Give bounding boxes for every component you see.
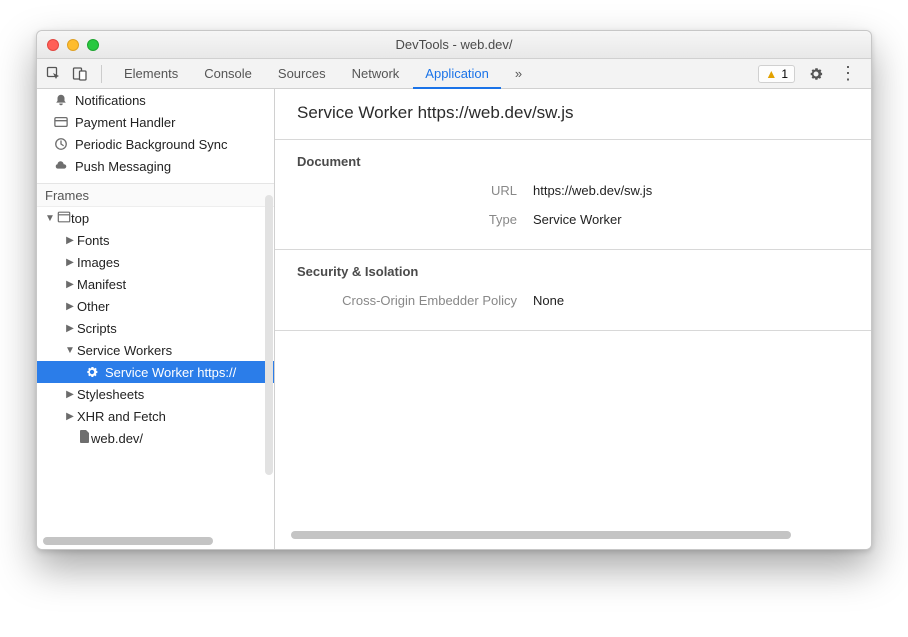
device-toolbar-icon[interactable]	[69, 63, 91, 85]
separator	[101, 65, 102, 83]
url-label: URL	[297, 183, 517, 198]
tree-manifest[interactable]: ▶Manifest	[37, 273, 274, 295]
credit-card-icon	[53, 115, 69, 129]
document-icon	[79, 430, 91, 447]
frames-section-label: Frames	[37, 183, 274, 207]
tree-item-label: Images	[77, 255, 120, 270]
sidebar-item-payment-handler[interactable]: Payment Handler	[37, 111, 274, 133]
document-section: Document URL https://web.dev/sw.js Type …	[275, 139, 871, 249]
application-sidebar: Notifications Payment Handler Periodic B…	[37, 89, 275, 549]
panel-body: Notifications Payment Handler Periodic B…	[37, 89, 871, 549]
warning-icon: ▲	[765, 67, 777, 81]
tree-item-label: Stylesheets	[77, 387, 144, 402]
tree-item-label: web.dev/	[91, 431, 143, 446]
tab-network[interactable]: Network	[340, 59, 412, 89]
frame-top[interactable]: ▼ top	[37, 207, 274, 229]
sidebar-scrollbar-horizontal[interactable]	[43, 537, 268, 547]
clock-icon	[53, 137, 69, 151]
caret-right-icon: ▶	[65, 411, 75, 422]
frame-top-label: top	[71, 211, 89, 226]
type-label: Type	[297, 212, 517, 227]
details-pane: Service Worker https://web.dev/sw.js Doc…	[275, 89, 871, 549]
sidebar-item-push-messaging[interactable]: Push Messaging	[37, 155, 274, 177]
zoom-window-button[interactable]	[87, 39, 99, 51]
window-title: DevTools - web.dev/	[37, 37, 871, 52]
bell-icon	[53, 93, 69, 107]
window-icon	[57, 210, 71, 227]
tree-item-label: Other	[77, 299, 110, 314]
tree-other[interactable]: ▶Other	[37, 295, 274, 317]
caret-right-icon: ▶	[65, 301, 75, 312]
tree-item-label: Service Worker https://	[105, 365, 236, 380]
caret-down-icon: ▼	[65, 345, 75, 356]
sidebar-item-label: Push Messaging	[75, 159, 171, 174]
type-value: Service Worker	[533, 212, 622, 227]
sidebar-scrollbar-vertical[interactable]	[265, 195, 273, 475]
row-type: Type Service Worker	[297, 212, 849, 227]
coep-label: Cross-Origin Embedder Policy	[297, 293, 517, 308]
window-controls	[47, 39, 99, 51]
coep-value: None	[533, 293, 564, 308]
tree-scripts[interactable]: ▶Scripts	[37, 317, 274, 339]
tree-item-label: Manifest	[77, 277, 126, 292]
tab-elements[interactable]: Elements	[112, 59, 190, 89]
caret-down-icon: ▼	[45, 213, 55, 224]
details-empty-area	[275, 330, 871, 549]
tree-item-label: Fonts	[77, 233, 110, 248]
close-window-button[interactable]	[47, 39, 59, 51]
tree-service-workers[interactable]: ▼Service Workers	[37, 339, 274, 361]
tree-stylesheets[interactable]: ▶Stylesheets	[37, 383, 274, 405]
details-title: Service Worker https://web.dev/sw.js	[275, 89, 871, 139]
tree-service-worker-item[interactable]: Service Worker https://	[37, 361, 274, 383]
security-section-heading: Security & Isolation	[297, 264, 849, 279]
gear-icon	[85, 365, 99, 379]
row-coep: Cross-Origin Embedder Policy None	[297, 293, 849, 308]
titlebar: DevTools - web.dev/	[37, 31, 871, 59]
warnings-count: 1	[781, 67, 788, 81]
toolbar-right: ▲ 1 ⋮	[758, 63, 859, 85]
more-menu-icon[interactable]: ⋮	[837, 63, 859, 85]
inspect-element-icon[interactable]	[43, 63, 65, 85]
url-value: https://web.dev/sw.js	[533, 183, 652, 198]
tree-item-label: Service Workers	[77, 343, 172, 358]
tab-application[interactable]: Application	[413, 59, 501, 89]
tree-fonts[interactable]: ▶Fonts	[37, 229, 274, 251]
caret-right-icon: ▶	[65, 279, 75, 290]
document-section-heading: Document	[297, 154, 849, 169]
warnings-badge[interactable]: ▲ 1	[758, 65, 795, 83]
cloud-icon	[53, 159, 69, 173]
tab-more[interactable]: »	[503, 59, 534, 89]
sidebar-item-periodic-sync[interactable]: Periodic Background Sync	[37, 133, 274, 155]
settings-icon[interactable]	[805, 63, 827, 85]
sidebar-item-label: Notifications	[75, 93, 146, 108]
row-url: URL https://web.dev/sw.js	[297, 183, 849, 198]
devtools-window: DevTools - web.dev/ Elements Console Sou…	[36, 30, 872, 550]
tree-webdev-doc[interactable]: web.dev/	[37, 427, 274, 449]
tab-console[interactable]: Console	[192, 59, 264, 89]
tree-xhr-fetch[interactable]: ▶XHR and Fetch	[37, 405, 274, 427]
tree-images[interactable]: ▶Images	[37, 251, 274, 273]
caret-right-icon: ▶	[65, 235, 75, 246]
details-scrollbar-horizontal[interactable]	[281, 533, 865, 545]
caret-right-icon: ▶	[65, 257, 75, 268]
caret-right-icon: ▶	[65, 389, 75, 400]
tree-item-label: XHR and Fetch	[77, 409, 166, 424]
tree-item-label: Scripts	[77, 321, 117, 336]
sidebar-item-label: Periodic Background Sync	[75, 137, 227, 152]
tab-sources[interactable]: Sources	[266, 59, 338, 89]
sidebar-item-notifications[interactable]: Notifications	[37, 89, 274, 111]
caret-right-icon: ▶	[65, 323, 75, 334]
minimize-window-button[interactable]	[67, 39, 79, 51]
panel-tabs: Elements Console Sources Network Applica…	[112, 59, 754, 89]
security-section: Security & Isolation Cross-Origin Embedd…	[275, 249, 871, 330]
sidebar-item-label: Payment Handler	[75, 115, 175, 130]
toolbar: Elements Console Sources Network Applica…	[37, 59, 871, 89]
